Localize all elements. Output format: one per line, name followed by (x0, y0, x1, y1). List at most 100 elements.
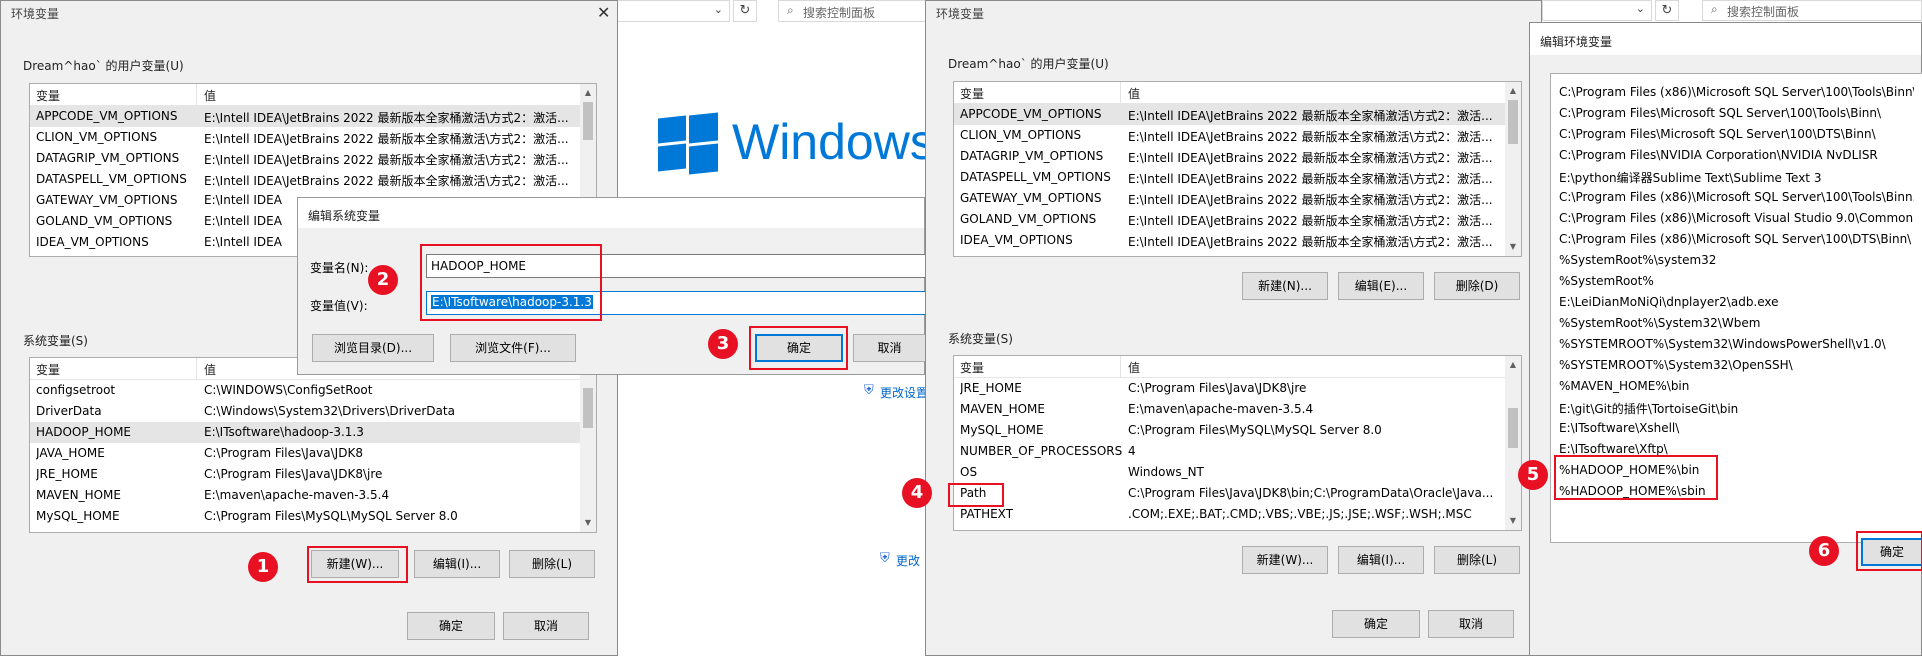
var-name-cell: JRE_HOME (960, 381, 1022, 395)
close-icon[interactable]: ✕ (597, 3, 610, 22)
scrollbar[interactable]: ▲ ▼ (1505, 82, 1521, 256)
new-user-var-button[interactable]: 新建(N)... (1242, 272, 1328, 300)
list-item[interactable]: C:\Program Files (x86)\Microsoft SQL Ser… (1559, 187, 1914, 208)
table-row[interactable]: GOLAND_VM_OPTIONS E:\Intell IDEA\JetBrain… (954, 209, 1505, 230)
table-row[interactable]: HADOOP_HOME E:\ITsoftware\hadoop-3.1.3 (30, 422, 580, 443)
edit-user-var-button[interactable]: 编辑(E)... (1338, 272, 1424, 300)
new-sys-var-button[interactable]: 新建(W)... (1242, 546, 1328, 574)
list-item[interactable]: C:\Program Files\Microsoft SQL Server\10… (1559, 103, 1914, 124)
table-row[interactable]: PATHEXT .COM;.EXE;.BAT;.CMD;.VBS;.VBE;.JS… (954, 504, 1505, 525)
var-value-cell: E:\Intell IDEA\JetBrains 2022 最新版本全家桶激活\… (1128, 151, 1493, 165)
list-item[interactable]: %SystemRoot%\system32 (1559, 250, 1914, 271)
table-row[interactable]: OS Windows_NT (954, 462, 1505, 483)
path-entry-text: C:\Program Files\NVIDIA Corporation\NVID… (1559, 148, 1878, 162)
list-item[interactable]: C:\Program Files (x86)\Microsoft SQL Ser… (1559, 229, 1914, 250)
list-item[interactable]: E:\LeiDianMoNiQi\dnplayer2\adb.exe (1559, 292, 1914, 313)
table-row[interactable]: MySQL_HOME C:\Program Files\MySQL\MySQL S… (954, 420, 1505, 441)
refresh-button[interactable]: ↻ (1655, 0, 1679, 21)
var-name-cell: IDEA_VM_OPTIONS (960, 233, 1073, 247)
var-value-cell: C:\WINDOWS\ConfigSetRoot (204, 383, 373, 397)
address-bar-dropdown[interactable]: ⌄ (1542, 0, 1652, 21)
list-item[interactable]: %SystemRoot% (1559, 271, 1914, 292)
list-item[interactable]: C:\Program Files\Microsoft SQL Server\10… (1559, 124, 1914, 145)
col-val: 值 (204, 89, 217, 103)
var-name-cell: DATAGRIP_VM_OPTIONS (960, 149, 1104, 163)
table-row[interactable]: DATAGRIP_VM_OPTIONS E:\Intell IDEA\JetBra… (954, 146, 1505, 167)
sys-vars-list: 变量 值 configsetroot C:\WINDOWS\ConfigSetRo… (29, 357, 597, 533)
table-row[interactable]: DATASPELL_VM_OPTIONS E:\Intell IDEA\JetBr… (954, 167, 1505, 188)
table-row[interactable]: CLION_VM_OPTIONS E:\Intell IDEA\JetBrains… (954, 125, 1505, 146)
table-row[interactable]: GATEWAY_VM_OPTIONS E:\Intell IDEA\JetBrai… (954, 188, 1505, 209)
list-item[interactable]: C:\Program Files\NVIDIA Corporation\NVID… (1559, 145, 1914, 166)
scrollbar-thumb[interactable] (583, 388, 593, 428)
search-input[interactable]: ⌕ 搜索控制面板 (1702, 0, 1922, 21)
table-row[interactable]: JAVA_HOME C:\Program Files\Java\JDK8 (30, 443, 580, 464)
table-row[interactable]: IDEA_VM_OPTIONS E:\Intell IDEA\JetBrains … (954, 230, 1505, 251)
list-header: 变量 值 (30, 84, 580, 106)
edit-env-variable-dialog: 编辑环境变量 C:\Program Files (x86)\Microsoft … (1518, 22, 1922, 656)
var-value-cell: E:\Intell IDEA\JetBrains 2022 最新版本全家桶激活\… (204, 153, 569, 167)
table-row[interactable]: configsetroot C:\WINDOWS\ConfigSetRoot (30, 380, 580, 401)
edit-sys-var-button[interactable]: 编辑(I)... (1338, 546, 1424, 574)
highlight-hadoop-paths (1554, 455, 1718, 500)
windows-logo-text: Windows (732, 114, 935, 170)
col-var: 变量 (960, 361, 985, 375)
var-value-cell: 4 (1128, 444, 1136, 458)
table-row[interactable]: APPCODE_VM_OPTIONS E:\Intell IDEA\JetBrai… (30, 106, 580, 127)
scrollbar[interactable]: ▲ ▼ (1505, 356, 1521, 530)
var-value-label: 变量值(V): (310, 299, 368, 313)
delete-user-var-button[interactable]: 删除(D) (1434, 272, 1520, 300)
var-name-cell: DATASPELL_VM_OPTIONS (960, 170, 1111, 184)
list-item[interactable]: E:\ITsoftware\Xshell\ (1559, 418, 1914, 439)
table-row[interactable]: DATASPELL_VM_OPTIONS E:\Intell IDEA\JetBr… (30, 169, 580, 190)
scrollbar-thumb[interactable] (1508, 100, 1518, 144)
scrollbar-thumb[interactable] (583, 102, 593, 140)
refresh-button[interactable]: ↻ (733, 0, 757, 22)
var-name-cell: JRE_HOME (36, 467, 98, 481)
list-item[interactable]: %SYSTEMROOT%\System32\WindowsPowerShell\… (1559, 334, 1914, 355)
ok-button[interactable]: 确定 (407, 612, 495, 640)
table-row[interactable]: MAVEN_HOME E:\maven\apache-maven-3.5.4 (954, 399, 1505, 420)
highlight-ok-button (749, 326, 848, 370)
list-item[interactable]: E:\python编译器Sublime Text\Sublime Text 3 (1559, 166, 1914, 187)
scrollbar[interactable]: ▲ ▼ (580, 358, 596, 532)
cancel-button[interactable]: 取消 (503, 612, 589, 640)
browse-file-button[interactable]: 浏览文件(F)... (450, 334, 576, 362)
var-value-cell: Windows_NT (1128, 465, 1204, 479)
sys-vars-list: 变量 值 JRE_HOME C:\Program Files\Java\JDK8\… (953, 355, 1522, 531)
address-bar-dropdown[interactable]: ⌄ (600, 0, 730, 22)
table-row[interactable]: MAVEN_HOME E:\maven\apache-maven-3.5.4 (30, 485, 580, 506)
var-name-label: 变量名(N): (310, 261, 369, 275)
list-item[interactable]: E:\git\Git的插件\TortoiseGit\bin (1559, 397, 1914, 418)
list-item[interactable]: C:\Program Files (x86)\Microsoft SQL Ser… (1559, 82, 1914, 103)
table-row[interactable]: DriverData C:\Windows\System32\Drivers\Dr… (30, 401, 580, 422)
list-item[interactable]: %SYSTEMROOT%\System32\OpenSSH\ (1559, 355, 1914, 376)
list-item[interactable]: C:\Program Files (x86)\Microsoft Visual … (1559, 208, 1914, 229)
table-row[interactable]: JRE_HOME C:\Program Files\Java\JDK8\jre (954, 378, 1505, 399)
var-value-cell: C:\Program Files\Java\JDK8\jre (204, 467, 383, 481)
scrollbar-thumb[interactable] (1508, 408, 1518, 448)
list-item[interactable]: %SystemRoot%\System32\Wbem (1559, 313, 1914, 334)
col-val: 值 (1128, 361, 1141, 375)
delete-sys-var-button[interactable]: 删除(L) (509, 550, 595, 578)
path-entry-text: C:\Program Files (x86)\Microsoft SQL Ser… (1559, 190, 1914, 204)
table-row[interactable]: NUMBER_OF_PROCESSORS 4 (954, 441, 1505, 462)
list-item[interactable]: %MAVEN_HOME%\bin (1559, 376, 1914, 397)
delete-sys-var-button[interactable]: 删除(L) (1434, 546, 1520, 574)
table-row[interactable]: DATAGRIP_VM_OPTIONS E:\Intell IDEA\JetBra… (30, 148, 580, 169)
table-row[interactable]: MySQL_HOME C:\Program Files\MySQL\MySQL S… (30, 506, 580, 527)
table-row[interactable]: APPCODE_VM_OPTIONS E:\Intell IDEA\JetBrai… (954, 104, 1505, 125)
step-badge-2: 2 (368, 265, 398, 295)
browse-directory-button[interactable]: 浏览目录(D)... (312, 334, 434, 362)
table-row[interactable]: Path C:\Program Files\Java\JDK8\bin;C:\Pr… (954, 483, 1505, 504)
cancel-button[interactable]: 取消 (1428, 610, 1514, 638)
dialog-title: 环境变量 (11, 7, 60, 21)
change-link[interactable]: 更改 (896, 552, 920, 569)
table-row[interactable]: JRE_HOME C:\Program Files\Java\JDK8\jre (30, 464, 580, 485)
search-input[interactable]: ⌕ 搜索控制面板 (778, 0, 930, 22)
cancel-button[interactable]: 取消 (853, 334, 926, 362)
table-row[interactable]: CLION_VM_OPTIONS E:\Intell IDEA\JetBrains… (30, 127, 580, 148)
change-settings-link[interactable]: 更改设置 (880, 384, 928, 401)
edit-sys-var-button[interactable]: 编辑(I)... (414, 550, 500, 578)
ok-button[interactable]: 确定 (1332, 610, 1420, 638)
